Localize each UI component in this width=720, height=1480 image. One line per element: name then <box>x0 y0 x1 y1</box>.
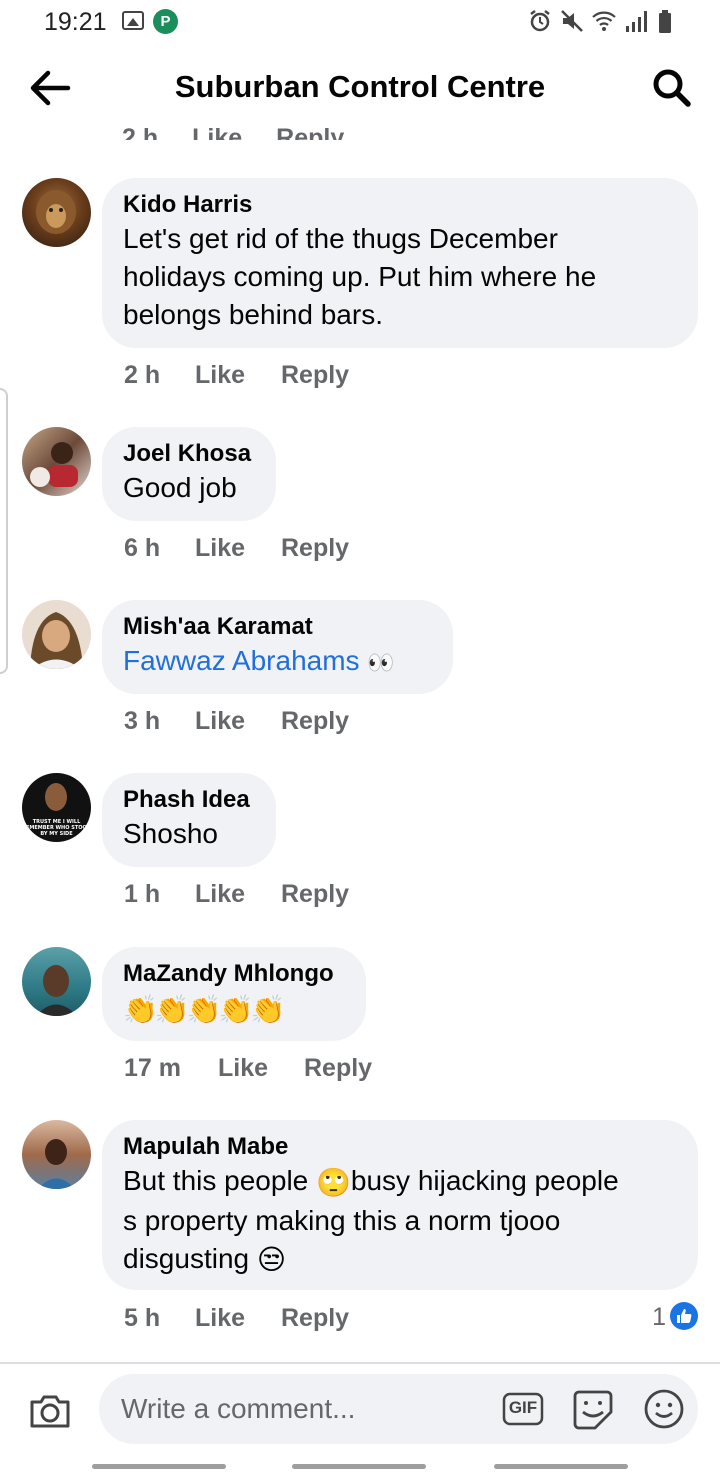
nav-back[interactable] <box>494 1464 628 1469</box>
comment-text: s property making this a norm tjooo <box>123 1204 561 1236</box>
eye-roll-emoji: 🙄 <box>316 1166 351 1198</box>
reply-button[interactable]: Reply <box>281 707 349 736</box>
like-button[interactable]: Like <box>195 707 281 736</box>
comment-composer: GIF <box>0 1362 720 1452</box>
comment-actions: 1 h Like Reply <box>124 880 349 909</box>
partial-meta-row: 2 h Like Reply <box>122 112 378 140</box>
reply-button[interactable]: Reply <box>281 880 349 909</box>
unamused-emoji: 😒 <box>256 1244 287 1276</box>
comment-text: Shosho <box>123 818 218 849</box>
comment-bubble[interactable]: MaZandy Mhlongo 👏👏👏👏👏 <box>102 947 366 1041</box>
comment-text: Let's get rid of the thugs December <box>123 223 558 254</box>
app-notification-icon: P <box>153 9 178 34</box>
comment-actions: 3 h Like Reply <box>124 707 349 736</box>
emoji-icon[interactable] <box>643 1388 685 1430</box>
mute-icon <box>561 10 583 32</box>
comment-actions: 6 h Like Reply <box>124 534 349 563</box>
svg-text:BY MY SIDE: BY MY SIDE <box>40 831 73 837</box>
comment-time: 5 h <box>124 1304 161 1332</box>
comment-text-part: But this people <box>123 1165 317 1196</box>
gallery-icon <box>122 11 144 30</box>
mention-link[interactable]: Fawwaz Abrahams <box>123 645 360 676</box>
reply-button[interactable]: Reply <box>276 124 344 140</box>
avatar[interactable] <box>22 947 91 1016</box>
comment-text: Fawwaz Abrahams 👀 <box>123 642 431 682</box>
comment-text: disgusting 😒 <box>123 1240 676 1280</box>
like-button[interactable]: Like <box>195 1304 281 1333</box>
comment-author[interactable]: Joel Khosa <box>123 439 254 469</box>
comment-author[interactable]: MaZandy Mhlongo <box>123 959 344 989</box>
like-reaction-icon[interactable] <box>670 1302 698 1330</box>
comment-time: 6 h <box>124 534 161 562</box>
comment-text-part: disgusting <box>123 1242 257 1274</box>
like-button[interactable]: Like <box>192 124 242 140</box>
sticker-icon[interactable] <box>571 1388 615 1432</box>
nav-recents[interactable] <box>92 1464 226 1469</box>
comment-text-part: busy hijacking people <box>350 1165 619 1196</box>
like-button[interactable]: Like <box>218 1054 304 1083</box>
reply-button[interactable]: Reply <box>281 534 349 563</box>
comment-author[interactable]: Kido Harris <box>123 190 676 220</box>
like-button[interactable]: Like <box>195 534 281 563</box>
nav-home[interactable] <box>292 1464 426 1469</box>
comment-author[interactable]: Phash Idea <box>123 785 254 815</box>
alarm-icon <box>530 10 550 32</box>
comment-text: But this people 🙄busy hijacking people <box>123 1162 676 1202</box>
comment-actions: 17 m Like Reply <box>124 1054 372 1083</box>
comment-bubble[interactable]: Mapulah Mabe But this people 🙄busy hijac… <box>102 1120 698 1290</box>
reaction-count[interactable]: 1 <box>652 1303 666 1332</box>
avatar[interactable]: TRUST ME I WILL REMEMBER WHO STOOD BY MY S… <box>22 773 91 842</box>
comment-text: Good job <box>123 472 237 503</box>
reply-button[interactable]: Reply <box>281 1304 349 1333</box>
avatar[interactable] <box>22 1120 91 1189</box>
like-button[interactable]: Like <box>195 880 281 909</box>
signal-icon <box>626 11 647 32</box>
status-bar: 19:21 P <box>0 0 720 44</box>
comment-time: 2 h <box>124 361 161 389</box>
comment-text: holidays coming up. Put him where he <box>123 261 597 292</box>
gif-label: GIF <box>508 1398 538 1417</box>
comment-bubble[interactable]: Phash Idea Shosho <box>102 773 276 867</box>
comment-author[interactable]: Mapulah Mabe <box>123 1132 676 1162</box>
system-nav-bar <box>0 1452 720 1480</box>
comment-actions: 2 h Like Reply <box>124 361 349 390</box>
status-time: 19:21 <box>44 8 107 36</box>
camera-icon[interactable] <box>28 1392 72 1430</box>
comment-time: 3 h <box>124 707 161 735</box>
gif-button[interactable]: GIF <box>502 1392 544 1426</box>
eyes-emoji: 👀 <box>367 649 395 675</box>
search-icon[interactable] <box>652 68 692 108</box>
comment-time: 17 m <box>124 1054 181 1082</box>
page-title: Suburban Control Centre <box>174 69 546 104</box>
comment-actions: 5 h Like Reply <box>124 1304 349 1333</box>
wifi-icon <box>592 11 616 31</box>
comment-text: belongs behind bars. <box>123 299 383 330</box>
reply-button[interactable]: Reply <box>304 1054 372 1083</box>
avatar[interactable] <box>22 178 91 247</box>
clapping-hands-emoji: 👏👏👏👏👏 <box>123 993 285 1025</box>
comment-time: 2 h <box>122 124 159 140</box>
battery-icon <box>659 10 671 33</box>
comment-bubble[interactable]: Kido Harris Let's get rid of the thugs D… <box>102 178 698 348</box>
like-button[interactable]: Like <box>195 361 281 390</box>
avatar[interactable] <box>22 600 91 669</box>
reply-button[interactable]: Reply <box>281 361 349 390</box>
comment-time: 1 h <box>124 880 161 908</box>
comment-author[interactable]: Mish'aa Karamat <box>123 612 431 642</box>
side-edge-handle[interactable] <box>0 388 8 674</box>
avatar[interactable] <box>22 427 91 496</box>
comment-bubble[interactable]: Joel Khosa Good job <box>102 427 276 521</box>
comment-bubble[interactable]: Mish'aa Karamat Fawwaz Abrahams 👀 <box>102 600 453 694</box>
comment-text: 👏👏👏👏👏 <box>123 989 344 1029</box>
